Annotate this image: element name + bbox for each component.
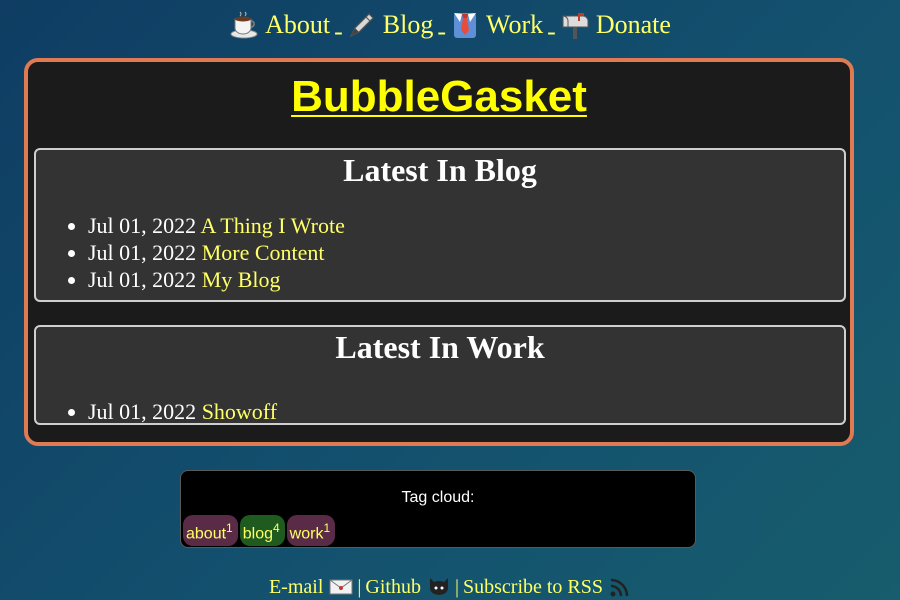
post-link[interactable]: Showoff (202, 399, 277, 424)
github-icon (429, 578, 449, 595)
tag-about[interactable]: about1 (183, 514, 238, 546)
nav-about-label[interactable]: About (265, 8, 330, 42)
footer-separator: | (454, 576, 459, 598)
nav-blog-link[interactable]: Blog (347, 8, 434, 42)
nav-separator: - (437, 17, 447, 46)
coffee-icon (230, 11, 258, 39)
tag-list: about1 blog4 work1 (183, 514, 336, 546)
tag-name: work (289, 525, 324, 542)
tag-name: blog (242, 525, 273, 542)
top-navigation: About - Blog - Work - Donate (0, 8, 900, 49)
blog-section-heading: Latest In Blog (343, 152, 537, 188)
post-date: Jul 01, 2022 (88, 267, 197, 292)
list-item: Jul 01, 2022 A Thing I Wrote (88, 212, 844, 239)
post-link[interactable]: A Thing I Wrote (200, 213, 344, 238)
nav-donate-link[interactable]: Donate (560, 8, 671, 42)
nav-blog-label[interactable]: Blog (383, 8, 434, 42)
list-item: Jul 01, 2022 More Content (88, 239, 844, 266)
tag-count: 4 (272, 520, 280, 535)
latest-blog-section: Latest In Blog Jul 01, 2022 A Thing I Wr… (34, 148, 846, 302)
pen-icon (349, 13, 374, 38)
nav-separator: - (547, 17, 556, 46)
footer: E-mail | Github | Subscribe to RSS (0, 574, 900, 600)
post-date: Jul 01, 2022 (88, 213, 197, 238)
nav-about-link[interactable]: About (229, 8, 330, 42)
work-section-heading: Latest In Work (335, 329, 545, 365)
tag-cloud-title: Tag cloud: (401, 489, 475, 506)
post-link[interactable]: My Blog (202, 267, 281, 292)
nav-separator: - (334, 17, 343, 46)
tag-count: 1 (226, 520, 233, 535)
list-item: Jul 01, 2022 My Blog (88, 266, 844, 293)
tag-name: about (186, 525, 227, 542)
site-title: BubbleGasket (28, 70, 850, 124)
blog-post-list: Jul 01, 2022 A Thing I Wrote Jul 01, 202… (36, 212, 844, 293)
envelope-icon (329, 579, 353, 595)
work-post-list: Jul 01, 2022 Showoff (36, 398, 844, 425)
tag-work[interactable]: work1 (286, 514, 336, 546)
tag-blog[interactable]: blog4 (239, 514, 285, 546)
rss-link[interactable]: Subscribe to RSS (463, 574, 631, 600)
nav-donate-label[interactable]: Donate (596, 8, 671, 42)
rss-icon (610, 578, 629, 597)
github-label[interactable]: Github (365, 574, 421, 600)
mailbox-icon (562, 13, 589, 39)
github-link[interactable]: Github (365, 574, 451, 600)
post-date: Jul 01, 2022 (88, 240, 197, 265)
site-title-link[interactable]: BubbleGasket (291, 72, 587, 121)
latest-work-section: Latest In Work Jul 01, 2022 Showoff (34, 325, 846, 425)
email-label[interactable]: E-mail (269, 574, 323, 600)
rss-label[interactable]: Subscribe to RSS (463, 574, 603, 600)
necktie-icon (454, 13, 477, 38)
tag-cloud: Tag cloud: about1 blog4 work1 (180, 470, 696, 548)
list-item: Jul 01, 2022 Showoff (88, 398, 844, 425)
footer-separator: | (357, 576, 362, 598)
post-link[interactable]: More Content (202, 240, 325, 265)
main-panel: BubbleGasket Latest In Blog Jul 01, 2022… (24, 58, 854, 446)
nav-work-link[interactable]: Work (450, 8, 543, 42)
post-date: Jul 01, 2022 (88, 399, 197, 424)
nav-work-label[interactable]: Work (486, 8, 543, 42)
email-link[interactable]: E-mail (269, 574, 353, 600)
tag-count: 1 (323, 520, 331, 535)
